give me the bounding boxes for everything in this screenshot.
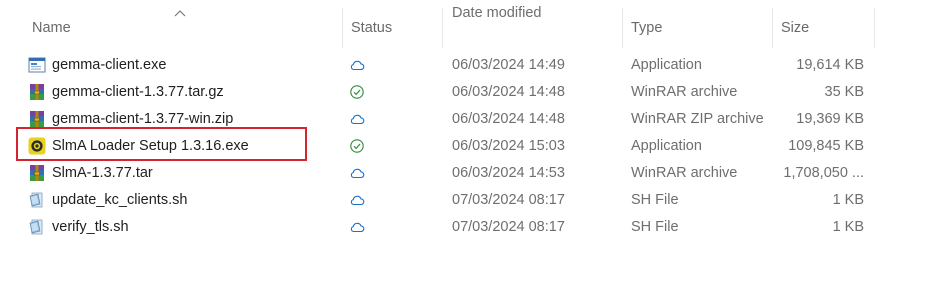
cloud-status-icon — [349, 192, 365, 208]
date-modified: 06/03/2024 14:48 — [452, 84, 565, 100]
cloud-status-icon — [349, 57, 365, 73]
application-window-icon — [28, 56, 46, 74]
file-row[interactable]: gemma-client-1.3.77-win.zip 06/03/2024 14… — [0, 106, 932, 132]
column-divider[interactable] — [622, 8, 623, 48]
file-name[interactable]: gemma-client-1.3.77.tar.gz — [52, 79, 224, 105]
file-size: 1,708,050 ... — [783, 165, 864, 181]
date-modified: 06/03/2024 14:49 — [452, 57, 565, 73]
sort-ascending-icon — [174, 10, 186, 17]
file-row[interactable]: SlmA-1.3.77.tar 06/03/2024 14:53 WinRAR ar… — [0, 160, 932, 186]
column-header-size[interactable]: Size — [781, 8, 873, 48]
cloud-status-icon — [349, 165, 365, 181]
date-modified: 06/03/2024 14:53 — [452, 165, 565, 181]
column-header-bar: Name Status Date modified Type Size — [0, 0, 932, 56]
sh-script-icon — [28, 191, 46, 209]
file-name[interactable]: gemma-client-1.3.77-win.zip — [52, 106, 233, 132]
file-size: 109,845 KB — [788, 138, 864, 154]
column-header-date-modified[interactable]: Date modified — [452, 0, 622, 40]
column-divider[interactable] — [874, 8, 875, 48]
file-type: SH File — [631, 219, 679, 235]
file-size: 1 KB — [832, 192, 864, 208]
column-header-type[interactable]: Type — [631, 8, 771, 48]
file-name[interactable]: SlmA-1.3.77.tar — [52, 160, 153, 186]
synced-check-icon — [349, 138, 365, 154]
column-header-status[interactable]: Status — [351, 8, 441, 48]
file-name[interactable]: SlmA Loader Setup 1.3.16.exe — [52, 133, 249, 159]
file-type: WinRAR ZIP archive — [631, 111, 764, 127]
synced-check-icon — [349, 84, 365, 100]
file-name[interactable]: update_kc_clients.sh — [52, 187, 187, 213]
cloud-status-icon — [349, 111, 365, 127]
column-divider[interactable] — [772, 8, 773, 48]
winrar-archive-icon — [28, 83, 46, 101]
file-row[interactable]: SlmA Loader Setup 1.3.16.exe 06/03/2024 1… — [0, 133, 932, 159]
date-modified: 06/03/2024 15:03 — [452, 138, 565, 154]
file-size: 35 KB — [824, 84, 865, 100]
file-size: 19,614 KB — [796, 57, 864, 73]
slma-app-icon — [28, 137, 46, 155]
date-modified: 06/03/2024 14:48 — [452, 111, 565, 127]
file-row[interactable]: verify_tls.sh 07/03/2024 08:17 SH File 1 KB — [0, 214, 932, 240]
column-divider[interactable] — [442, 8, 443, 48]
column-divider[interactable] — [342, 8, 343, 48]
cloud-status-icon — [349, 219, 365, 235]
file-type: SH File — [631, 192, 679, 208]
file-size: 1 KB — [832, 219, 864, 235]
date-modified: 07/03/2024 08:17 — [452, 219, 565, 235]
file-name[interactable]: gemma-client.exe — [52, 52, 166, 78]
file-row[interactable]: gemma-client-1.3.77.tar.gz 06/03/2024 14:… — [0, 79, 932, 105]
file-size: 19,369 KB — [796, 111, 864, 127]
file-name[interactable]: verify_tls.sh — [52, 214, 129, 240]
file-type: WinRAR archive — [631, 165, 738, 181]
date-modified: 07/03/2024 08:17 — [452, 192, 565, 208]
file-row[interactable]: update_kc_clients.sh 07/03/2024 08:17 SH F… — [0, 187, 932, 213]
file-type: WinRAR archive — [631, 84, 738, 100]
file-type: Application — [631, 138, 702, 154]
file-type: Application — [631, 57, 702, 73]
sh-script-icon — [28, 218, 46, 236]
winrar-archive-icon — [28, 110, 46, 128]
column-header-name[interactable]: Name — [32, 8, 342, 48]
winrar-archive-icon — [28, 164, 46, 182]
file-row[interactable]: gemma-client.exe 06/03/2024 14:49 Applicat… — [0, 52, 932, 78]
